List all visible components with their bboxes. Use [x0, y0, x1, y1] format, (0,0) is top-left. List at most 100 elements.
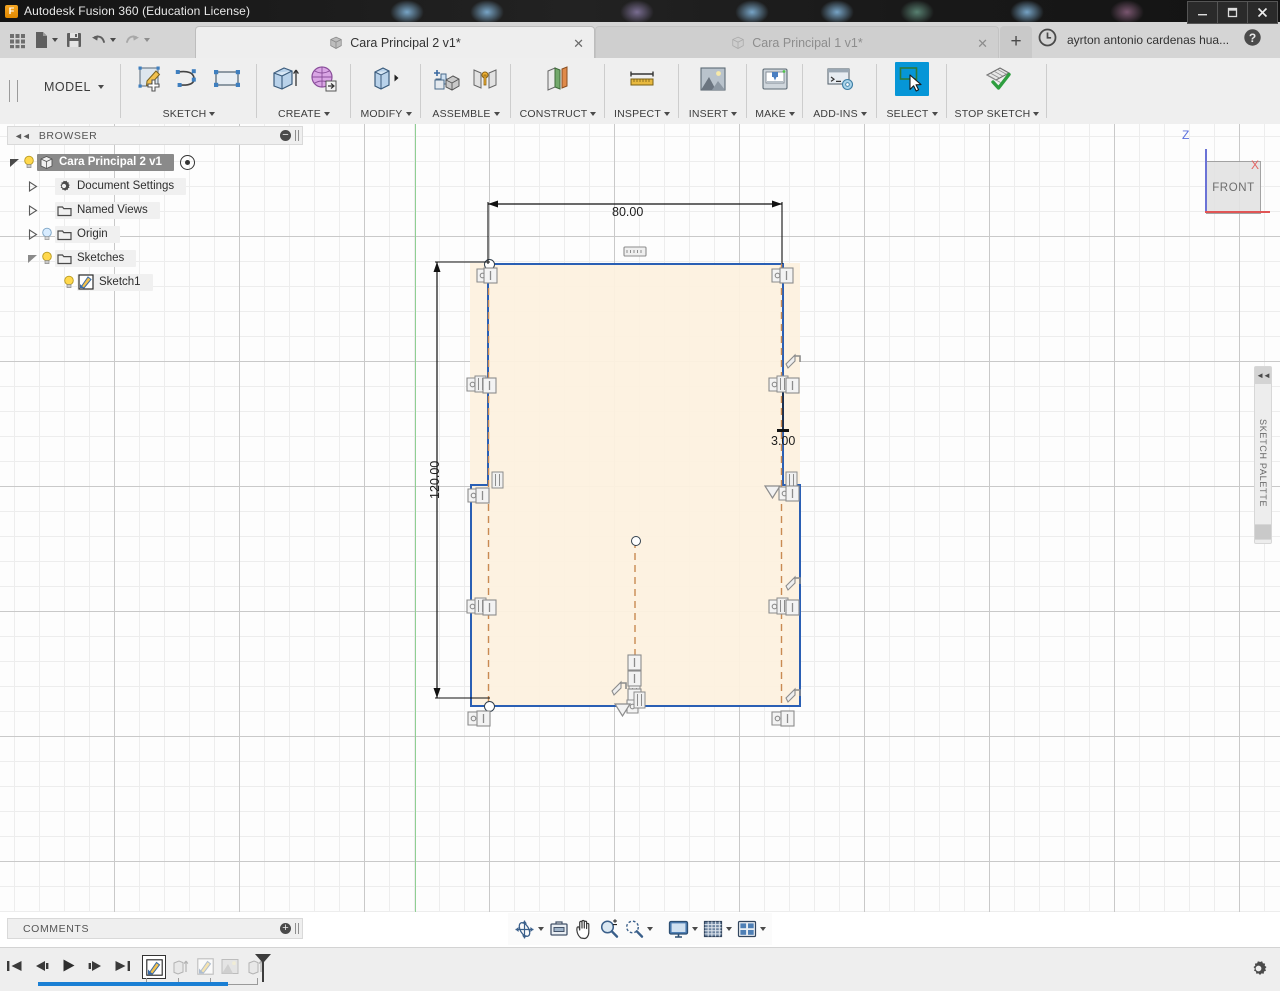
timeline-feature-sketch1[interactable]: [142, 955, 166, 979]
clock-icon[interactable]: [1038, 28, 1057, 52]
scripts-addins-button[interactable]: [823, 62, 857, 96]
panel-make-label[interactable]: MAKE: [748, 108, 802, 120]
look-at-button[interactable]: [547, 915, 571, 943]
timeline-settings-gear-icon[interactable]: [1249, 959, 1268, 983]
expand-arrow-icon[interactable]: [7, 155, 21, 169]
display-settings-caret-icon[interactable]: [692, 927, 698, 931]
account-name[interactable]: ayrton antonio cardenas hua...: [1067, 33, 1229, 47]
insert-image-button[interactable]: [696, 62, 730, 96]
undo-button[interactable]: [87, 27, 119, 53]
panel-inspect-label[interactable]: INSPECT: [606, 108, 678, 120]
browser-item-label: Sketches: [77, 252, 125, 264]
expand-arrow-icon[interactable]: [25, 179, 39, 193]
timeline-step-back-button[interactable]: [33, 957, 50, 974]
browser-item-root[interactable]: Cara Principal 2 v1: [7, 150, 301, 174]
pan-button[interactable]: [572, 915, 596, 943]
browser-collapse-icon[interactable]: ◄◄: [14, 131, 31, 141]
redo-button[interactable]: [121, 27, 153, 53]
orbit-caret-icon[interactable]: [538, 927, 544, 931]
orbit-button[interactable]: [512, 915, 546, 943]
tab-close-icon[interactable]: ✕: [977, 37, 988, 50]
workspace-selector[interactable]: MODEL: [44, 80, 104, 94]
grid-snaps-caret-icon[interactable]: [726, 927, 732, 931]
press-pull-button[interactable]: [369, 62, 403, 96]
panel-addins-label[interactable]: ADD-INS: [804, 108, 876, 120]
panel-assemble-label[interactable]: ASSEMBLE: [422, 108, 510, 120]
sketch-palette-collapse-icon[interactable]: ◄◄: [1255, 367, 1271, 384]
timeline-feature-shell[interactable]: [219, 955, 241, 977]
panel-construct-label[interactable]: CONSTRUCT: [512, 108, 604, 120]
sketch-rectangle-button[interactable]: [210, 62, 244, 96]
document-tab-inactive[interactable]: Cara Principal 1 v1* ✕: [595, 26, 999, 59]
construct-plane-button[interactable]: [541, 62, 575, 96]
panel-stop-sketch-label[interactable]: STOP SKETCH: [948, 108, 1046, 120]
comments-panel-header[interactable]: COMMENTS +: [7, 918, 303, 939]
comments-grip[interactable]: [295, 923, 299, 934]
timeline-feature-extrude-1[interactable]: [169, 955, 191, 977]
browser-item-sketches[interactable]: Sketches: [7, 246, 301, 270]
timeline-feature-sketch2[interactable]: [194, 955, 216, 977]
measure-button[interactable]: [625, 62, 659, 96]
extrude-button[interactable]: [268, 62, 302, 96]
new-file-button[interactable]: [31, 27, 61, 53]
app-grid-icon[interactable]: [6, 27, 29, 53]
light-bulb-icon[interactable]: [21, 155, 37, 169]
browser-item-origin[interactable]: Origin: [7, 222, 301, 246]
expand-arrow-icon[interactable]: [25, 227, 39, 241]
document-tab-active[interactable]: Cara Principal 2 v1* ✕: [195, 26, 595, 59]
activate-component-radio[interactable]: [179, 154, 195, 170]
undo-caret-icon[interactable]: [110, 38, 116, 42]
maximize-button[interactable]: [1217, 1, 1247, 24]
panel-select-label[interactable]: SELECT: [878, 108, 946, 120]
viewports-caret-icon[interactable]: [760, 927, 766, 931]
ribbon-grip[interactable]: [9, 80, 18, 102]
new-component-button[interactable]: [430, 62, 464, 96]
create-sketch-button[interactable]: [134, 62, 168, 96]
light-bulb-icon[interactable]: [39, 227, 55, 241]
panel-insert: INSERT: [680, 62, 746, 120]
light-bulb-icon[interactable]: [61, 275, 77, 289]
timeline-step-forward-button[interactable]: [87, 957, 104, 974]
minimize-button[interactable]: [1187, 1, 1217, 24]
browser-minus-icon[interactable]: −: [280, 130, 291, 141]
save-button[interactable]: [63, 27, 85, 53]
tab-close-icon[interactable]: ✕: [573, 37, 584, 50]
panel-insert-label[interactable]: INSERT: [680, 108, 746, 120]
browser-item-sketch1[interactable]: Sketch1: [7, 270, 301, 294]
timeline-go-to-end-button[interactable]: [114, 957, 131, 974]
viewports-button[interactable]: [735, 915, 768, 943]
display-settings-button[interactable]: [666, 915, 700, 943]
timeline-play-button[interactable]: [60, 957, 77, 974]
browser-item-named-views[interactable]: Named Views: [7, 198, 301, 222]
browser-grip[interactable]: [295, 130, 299, 141]
chevron-down-icon: [788, 112, 795, 116]
3d-print-button[interactable]: [758, 62, 792, 96]
browser-item-document-settings[interactable]: Document Settings: [7, 174, 301, 198]
panel-sketch-label[interactable]: SKETCH: [122, 108, 256, 120]
zoom-button[interactable]: [597, 915, 621, 943]
help-icon[interactable]: ?: [1243, 28, 1262, 52]
zoom-window-caret-icon[interactable]: [647, 927, 653, 931]
view-cube[interactable]: FRONT Z X: [1158, 124, 1274, 234]
close-button[interactable]: [1247, 1, 1278, 24]
expand-arrow-icon[interactable]: [25, 251, 39, 265]
timeline-end-marker[interactable]: [253, 953, 273, 988]
timeline-go-to-beginning-button[interactable]: [6, 957, 23, 974]
grid-and-snaps-button[interactable]: [701, 915, 734, 943]
select-tool-button[interactable]: [895, 62, 929, 96]
expand-arrow-icon[interactable]: [25, 203, 39, 217]
panel-modify-label[interactable]: MODIFY: [352, 108, 420, 120]
create-form-button[interactable]: [306, 62, 340, 96]
panel-create-label[interactable]: CREATE: [258, 108, 350, 120]
new-file-caret-icon[interactable]: [52, 38, 58, 42]
sketch-palette-tab[interactable]: ◄◄ SKETCH PALETTE: [1254, 366, 1272, 544]
joint-button[interactable]: [468, 62, 502, 96]
light-bulb-icon[interactable]: [39, 251, 55, 265]
new-tab-button[interactable]: +: [1000, 26, 1032, 58]
comments-add-icon[interactable]: +: [280, 923, 291, 934]
zoom-window-button[interactable]: [622, 915, 655, 943]
window-controls: [1187, 0, 1280, 24]
stop-sketch-button[interactable]: [980, 62, 1014, 96]
sketch-spline-button[interactable]: [172, 62, 206, 96]
sketch-palette-resize-handle[interactable]: [1254, 524, 1272, 540]
